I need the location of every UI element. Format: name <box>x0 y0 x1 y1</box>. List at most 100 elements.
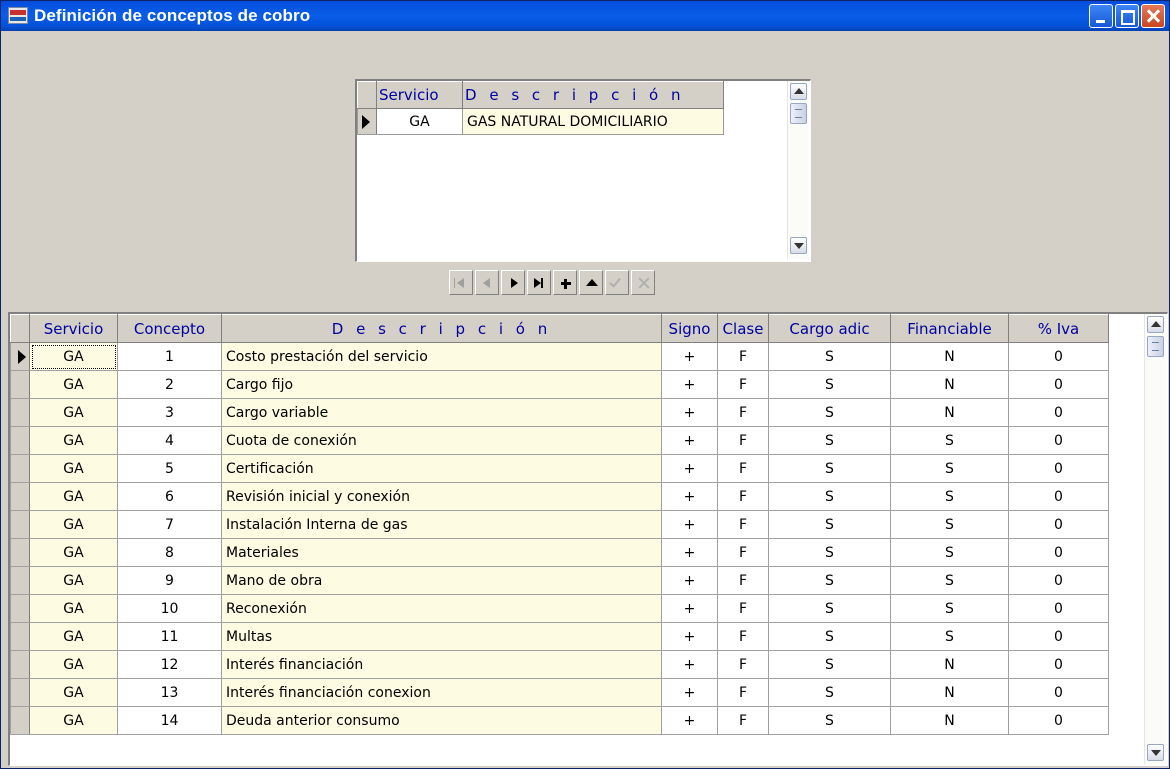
cell-concepto[interactable]: 10 <box>117 594 222 623</box>
cell-financiable[interactable]: S <box>890 426 1009 455</box>
cell-iva[interactable]: 0 <box>1008 678 1109 707</box>
cell-signo[interactable]: + <box>661 510 718 539</box>
scroll-up-button[interactable] <box>790 83 807 100</box>
cell-servicio[interactable]: GA <box>376 108 463 135</box>
cell-concepto[interactable]: 7 <box>117 510 222 539</box>
col-header-descripcion[interactable]: D e s c r i p c i ó n <box>462 81 724 109</box>
cell-clase[interactable]: F <box>717 678 769 707</box>
cell-signo[interactable]: + <box>661 454 718 483</box>
cell-clase[interactable]: F <box>717 398 769 427</box>
col-header-descripcion[interactable]: D e s c r i p c i ó n <box>221 314 662 343</box>
cell-descripcion[interactable]: Revisión inicial y conexión <box>221 482 662 511</box>
cell-servicio[interactable]: GA <box>29 678 118 707</box>
cell-concepto[interactable]: 1 <box>117 342 222 371</box>
cell-financiable[interactable]: N <box>890 706 1009 735</box>
cell-servicio[interactable]: GA <box>29 454 118 483</box>
col-header-cargo-adic[interactable]: Cargo adic <box>768 314 891 343</box>
scroll-down-button[interactable] <box>1147 744 1164 761</box>
cell-cargo-adic[interactable]: S <box>768 370 891 399</box>
cell-financiable[interactable]: N <box>890 398 1009 427</box>
cell-concepto[interactable]: 5 <box>117 454 222 483</box>
col-header-financiable[interactable]: Financiable <box>890 314 1009 343</box>
cell-iva[interactable]: 0 <box>1008 566 1109 595</box>
cell-servicio[interactable]: GA <box>29 510 118 539</box>
col-header-servicio[interactable]: Servicio <box>29 314 118 343</box>
cell-financiable[interactable]: S <box>890 538 1009 567</box>
cell-descripcion[interactable]: Mano de obra <box>221 566 662 595</box>
concepts-grid[interactable]: Servicio Concepto D e s c r i p c i ó n … <box>8 312 1168 766</box>
cell-iva[interactable]: 0 <box>1008 538 1109 567</box>
cell-iva[interactable]: 0 <box>1008 622 1109 651</box>
col-header-servicio[interactable]: Servicio <box>376 81 463 109</box>
cell-servicio[interactable]: GA <box>29 482 118 511</box>
services-grid[interactable]: Servicio D e s c r i p c i ó n GA GAS NA… <box>355 79 811 262</box>
table-row[interactable]: GA 5 Certificación + F S S 0 <box>10 454 1109 483</box>
nav-cancel-button[interactable] <box>631 270 655 295</box>
cell-concepto[interactable]: 2 <box>117 370 222 399</box>
cell-iva[interactable]: 0 <box>1008 706 1109 735</box>
cell-clase[interactable]: F <box>717 650 769 679</box>
cell-descripcion[interactable]: Multas <box>221 622 662 651</box>
table-row[interactable]: GA 1 Costo prestación del servicio + F S N 0 <box>10 342 1109 371</box>
cell-concepto[interactable]: 14 <box>117 706 222 735</box>
cell-concepto[interactable]: 8 <box>117 538 222 567</box>
table-row[interactable]: GA 11 Multas + F S S 0 <box>10 622 1109 651</box>
cell-signo[interactable]: + <box>661 482 718 511</box>
cell-descripcion[interactable]: Certificación <box>221 454 662 483</box>
nav-first-button[interactable] <box>449 270 473 295</box>
table-row[interactable]: GA 6 Revisión inicial y conexión + F S S 0 <box>10 482 1109 511</box>
cell-cargo-adic[interactable]: S <box>768 566 891 595</box>
cell-signo[interactable]: + <box>661 650 718 679</box>
cell-iva[interactable]: 0 <box>1008 398 1109 427</box>
cell-concepto[interactable]: 9 <box>117 566 222 595</box>
col-header-signo[interactable]: Signo <box>661 314 718 343</box>
cell-cargo-adic[interactable]: S <box>768 342 891 371</box>
cell-financiable[interactable]: S <box>890 482 1009 511</box>
cell-signo[interactable]: + <box>661 342 718 371</box>
nav-next-button[interactable] <box>501 270 525 295</box>
concepts-scrollbar[interactable] <box>1144 314 1166 764</box>
col-header-clase[interactable]: Clase <box>717 314 769 343</box>
cell-servicio[interactable]: GA <box>29 594 118 623</box>
cell-iva[interactable]: 0 <box>1008 510 1109 539</box>
scroll-thumb[interactable] <box>790 103 807 124</box>
cell-descripcion[interactable]: Reconexión <box>221 594 662 623</box>
cell-cargo-adic[interactable]: S <box>768 594 891 623</box>
cell-signo[interactable]: + <box>661 678 718 707</box>
nav-last-button[interactable] <box>527 270 551 295</box>
nav-insert-button[interactable] <box>553 270 577 295</box>
cell-clase[interactable]: F <box>717 342 769 371</box>
cell-iva[interactable]: 0 <box>1008 426 1109 455</box>
cell-signo[interactable]: + <box>661 426 718 455</box>
nav-post-button[interactable] <box>605 270 629 295</box>
cell-cargo-adic[interactable]: S <box>768 510 891 539</box>
cell-cargo-adic[interactable]: S <box>768 454 891 483</box>
cell-signo[interactable]: + <box>661 538 718 567</box>
table-row[interactable]: GA 3 Cargo variable + F S N 0 <box>10 398 1109 427</box>
cell-iva[interactable]: 0 <box>1008 370 1109 399</box>
cell-cargo-adic[interactable]: S <box>768 426 891 455</box>
cell-descripcion[interactable]: Interés financiación <box>221 650 662 679</box>
cell-concepto[interactable]: 6 <box>117 482 222 511</box>
cell-descripcion[interactable]: Materiales <box>221 538 662 567</box>
cell-cargo-adic[interactable]: S <box>768 538 891 567</box>
table-row[interactable]: GA 8 Materiales + F S S 0 <box>10 538 1109 567</box>
cell-clase[interactable]: F <box>717 594 769 623</box>
cell-clase[interactable]: F <box>717 370 769 399</box>
cell-signo[interactable]: + <box>661 566 718 595</box>
cell-clase[interactable]: F <box>717 426 769 455</box>
cell-financiable[interactable]: S <box>890 510 1009 539</box>
table-row[interactable]: GA 10 Reconexión + F S S 0 <box>10 594 1109 623</box>
cell-clase[interactable]: F <box>717 538 769 567</box>
cell-servicio[interactable]: GA <box>29 538 118 567</box>
cell-descripcion[interactable]: Cargo variable <box>221 398 662 427</box>
services-scrollbar[interactable] <box>787 81 808 259</box>
cell-iva[interactable]: 0 <box>1008 342 1109 371</box>
cell-servicio[interactable]: GA <box>29 706 118 735</box>
cell-cargo-adic[interactable]: S <box>768 706 891 735</box>
cell-servicio[interactable]: GA <box>29 342 118 371</box>
cell-financiable[interactable]: S <box>890 454 1009 483</box>
cell-descripcion[interactable]: GAS NATURAL DOMICILIARIO <box>462 108 724 135</box>
cell-cargo-adic[interactable]: S <box>768 482 891 511</box>
table-row[interactable]: GA GAS NATURAL DOMICILIARIO <box>357 108 724 135</box>
